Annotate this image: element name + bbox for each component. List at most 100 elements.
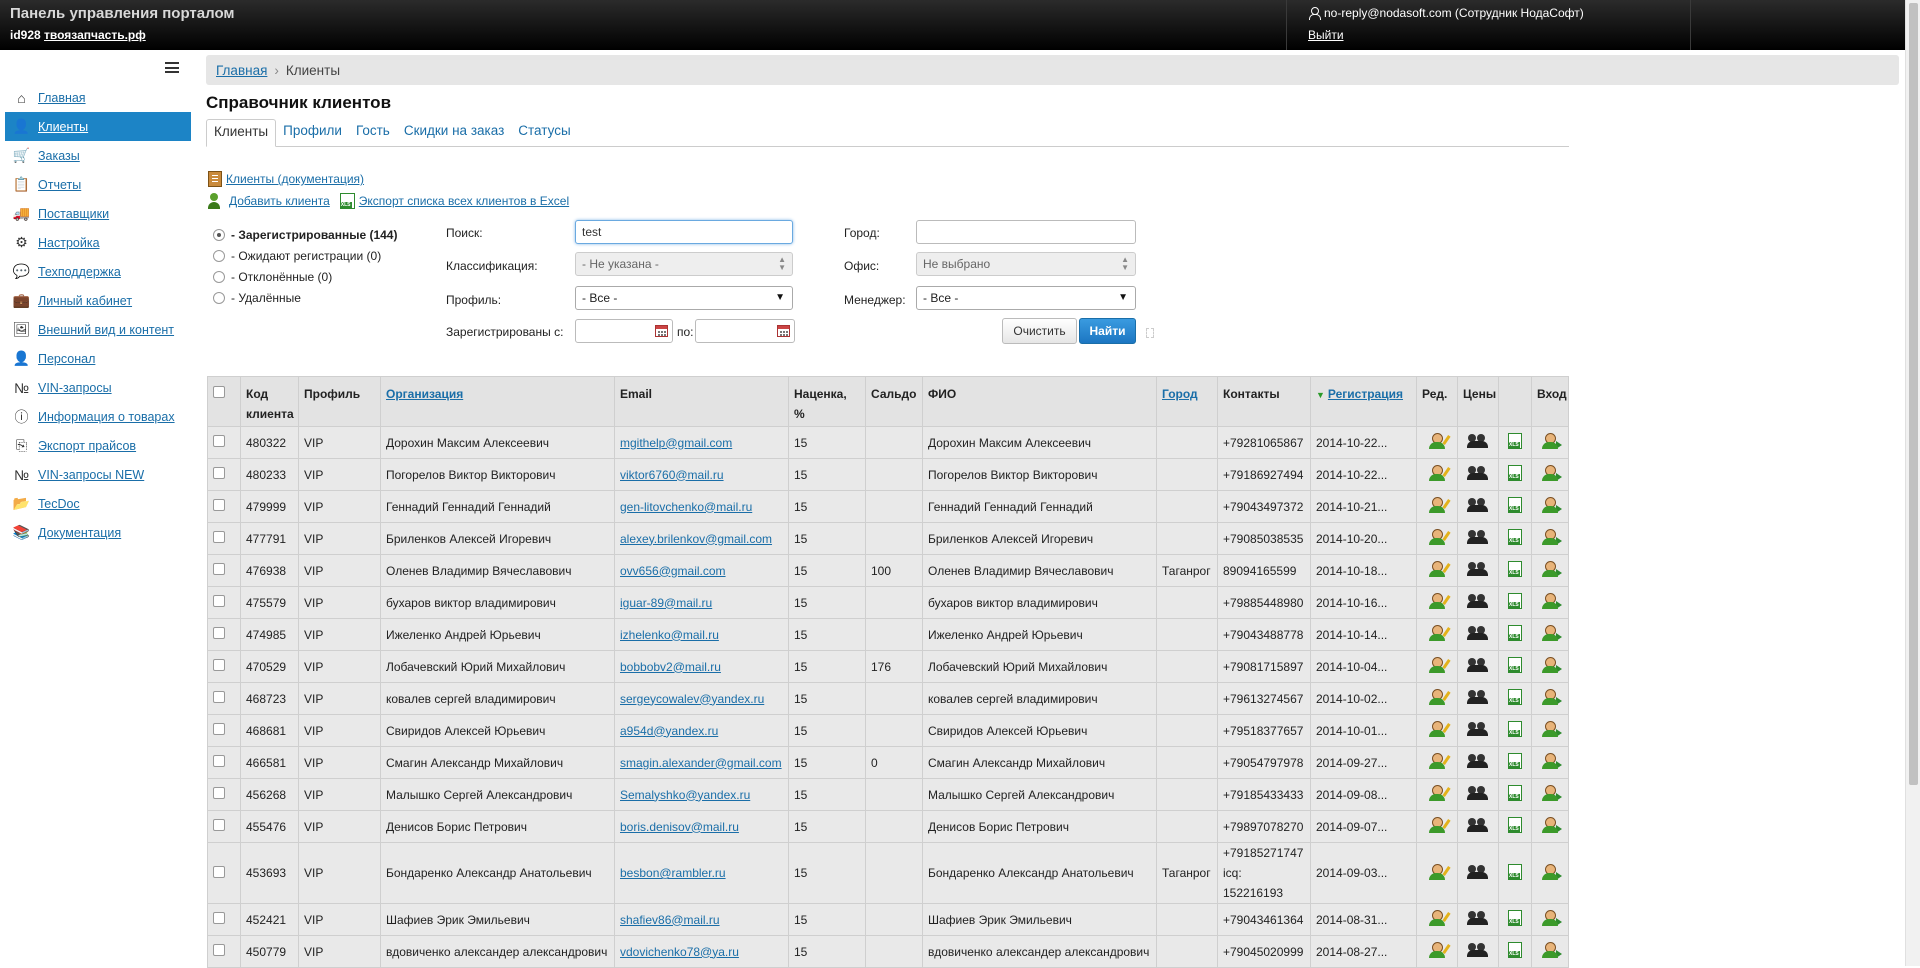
edit-client-icon[interactable] xyxy=(1428,464,1451,482)
client-prices-icon[interactable] xyxy=(1467,722,1488,736)
calendar-icon[interactable] xyxy=(655,325,668,337)
export-prices-xls-icon[interactable] xyxy=(1508,593,1522,609)
export-prices-xls-icon[interactable] xyxy=(1508,689,1522,705)
export-prices-xls-icon[interactable] xyxy=(1508,497,1522,513)
row-checkbox[interactable] xyxy=(213,595,225,607)
login-as-client-icon[interactable] xyxy=(1541,464,1562,482)
status-option[interactable]: - Отклонённые (0) xyxy=(213,266,397,287)
office-select[interactable]: Не выбрано ▲ ▼ xyxy=(916,252,1136,276)
client-email-link[interactable]: viktor6760@mail.ru xyxy=(620,468,724,482)
export-prices-xls-icon[interactable] xyxy=(1508,910,1522,926)
edit-client-icon[interactable] xyxy=(1428,941,1451,959)
sidebar-item-link[interactable]: Техподдержка xyxy=(38,265,121,279)
sidebar-item[interactable]: 🖼 Внешний вид и контент xyxy=(5,315,191,344)
row-checkbox[interactable] xyxy=(213,944,225,956)
clients-docs-link[interactable]: Клиенты (документация) xyxy=(226,172,364,186)
edit-client-icon[interactable] xyxy=(1428,560,1451,578)
export-prices-xls-icon[interactable] xyxy=(1508,721,1522,737)
client-email-link[interactable]: izhelenko@mail.ru xyxy=(620,628,719,642)
sidebar-item-link[interactable]: TecDoc xyxy=(38,497,80,511)
login-as-client-icon[interactable] xyxy=(1541,909,1562,927)
login-as-client-icon[interactable] xyxy=(1541,560,1562,578)
tab[interactable]: Статусы xyxy=(511,119,577,147)
sidebar-item[interactable]: 📂 TecDoc xyxy=(5,489,191,518)
table-row[interactable]: 477791 VIP Бриленков Алексей Игоревич alexe… xyxy=(207,522,1569,555)
manager-select[interactable]: - Все - ▼ xyxy=(916,286,1136,310)
tab[interactable]: Клиенты xyxy=(206,119,277,147)
export-prices-xls-icon[interactable] xyxy=(1508,465,1522,481)
client-prices-icon[interactable] xyxy=(1467,943,1488,957)
sidebar-item[interactable]: № VIN-запросы NEW xyxy=(5,460,191,489)
export-prices-xls-icon[interactable] xyxy=(1508,625,1522,641)
client-prices-icon[interactable] xyxy=(1467,562,1488,576)
client-prices-icon[interactable] xyxy=(1467,786,1488,800)
status-option[interactable]: - Зарегистрированные (144) xyxy=(213,224,397,245)
edit-client-icon[interactable] xyxy=(1428,720,1451,738)
login-as-client-icon[interactable] xyxy=(1541,656,1562,674)
table-row[interactable]: 468723 VIP ковалев сергей владимирович serg… xyxy=(207,682,1569,715)
page-scrollbar[interactable] xyxy=(1905,0,1920,966)
table-row[interactable]: 476938 VIP Оленев Владимир Вячеславович ovv… xyxy=(207,554,1569,587)
table-row[interactable]: 466581 VIP Смагин Александр Михайлович smag… xyxy=(207,746,1569,779)
client-prices-icon[interactable] xyxy=(1467,754,1488,768)
sidebar-item-link[interactable]: Персонал xyxy=(38,352,95,366)
edit-client-icon[interactable] xyxy=(1428,688,1451,706)
client-email-link[interactable]: vdovichenko78@ya.ru xyxy=(620,945,739,959)
export-prices-xls-icon[interactable] xyxy=(1508,657,1522,673)
row-checkbox[interactable] xyxy=(213,531,225,543)
row-checkbox[interactable] xyxy=(213,755,225,767)
city-input[interactable] xyxy=(916,220,1136,244)
menu-toggle-icon[interactable] xyxy=(165,62,179,73)
row-checkbox[interactable] xyxy=(213,627,225,639)
client-email-link[interactable]: gen-litovchenko@mail.ru xyxy=(620,500,752,514)
sidebar-item[interactable]: ⓘ Информация о товарах xyxy=(5,402,191,431)
tab[interactable]: Гость xyxy=(349,119,397,147)
export-prices-xls-icon[interactable] xyxy=(1508,942,1522,958)
client-email-link[interactable]: bobbobv2@mail.ru xyxy=(620,660,721,674)
find-button[interactable]: Найти xyxy=(1079,318,1136,344)
export-prices-xls-icon[interactable] xyxy=(1508,561,1522,577)
client-prices-icon[interactable] xyxy=(1467,690,1488,704)
sidebar-item-link[interactable]: Внешний вид и контент xyxy=(38,323,174,337)
client-email-link[interactable]: Semalyshko@yandex.ru xyxy=(620,788,750,802)
edit-client-icon[interactable] xyxy=(1428,528,1451,546)
client-prices-icon[interactable] xyxy=(1467,818,1488,832)
edit-client-icon[interactable] xyxy=(1428,816,1451,834)
export-prices-xls-icon[interactable] xyxy=(1508,785,1522,801)
client-email-link[interactable]: alexey.brilenkov@gmail.com xyxy=(620,532,772,546)
client-email-link[interactable]: smagin.alexander@gmail.com xyxy=(620,756,782,770)
row-checkbox[interactable] xyxy=(213,787,225,799)
client-prices-icon[interactable] xyxy=(1467,434,1488,448)
client-prices-icon[interactable] xyxy=(1467,658,1488,672)
client-prices-icon[interactable] xyxy=(1467,626,1488,640)
table-row[interactable]: 479999 VIP Геннадий Геннадий Геннадий gen-l… xyxy=(207,490,1569,523)
radio-button[interactable] xyxy=(213,291,225,304)
client-email-link[interactable]: iguar-89@mail.ru xyxy=(620,596,712,610)
client-email-link[interactable]: mgithelp@gmail.com xyxy=(620,436,732,450)
login-as-client-icon[interactable] xyxy=(1541,592,1562,610)
table-row[interactable]: 470529 VIP Лобачевский Юрий Михайлович bobb… xyxy=(207,650,1569,683)
sidebar-item-link[interactable]: Информация о товарах xyxy=(38,410,175,424)
client-email-link[interactable]: besbon@rambler.ru xyxy=(620,866,726,880)
sidebar-item-link[interactable]: Документация xyxy=(38,526,121,540)
login-as-client-icon[interactable] xyxy=(1541,752,1562,770)
radio-button[interactable] xyxy=(213,228,225,241)
sidebar-item-link[interactable]: Главная xyxy=(38,91,86,105)
sidebar-item-link[interactable]: VIN-запросы xyxy=(38,381,112,395)
sidebar-item-link[interactable]: VIN-запросы NEW xyxy=(38,468,144,482)
sidebar-item[interactable]: 💬 Техподдержка xyxy=(5,257,191,286)
sidebar-item[interactable]: 👤 Персонал xyxy=(5,344,191,373)
row-checkbox[interactable] xyxy=(213,865,225,878)
table-row[interactable]: 455476 VIP Денисов Борис Петрович boris.den… xyxy=(207,810,1569,843)
sort-registration-link[interactable]: Регистрация xyxy=(1328,387,1403,401)
client-prices-icon[interactable] xyxy=(1467,911,1488,925)
login-as-client-icon[interactable] xyxy=(1541,720,1562,738)
login-as-client-icon[interactable] xyxy=(1541,816,1562,834)
table-row[interactable]: 480322 VIP Дорохин Максим Алексеевич mgithe… xyxy=(207,426,1569,459)
scrollbar-thumb[interactable] xyxy=(1909,3,1918,785)
sidebar-item[interactable]: 📋 Отчеты xyxy=(5,170,191,199)
profile-select[interactable]: - Все - ▼ xyxy=(575,286,793,310)
client-email-link[interactable]: a954d@yandex.ru xyxy=(620,724,718,738)
site-link[interactable]: твоязапчасть.рф xyxy=(44,28,146,42)
sidebar-item[interactable]: № VIN-запросы xyxy=(5,373,191,402)
